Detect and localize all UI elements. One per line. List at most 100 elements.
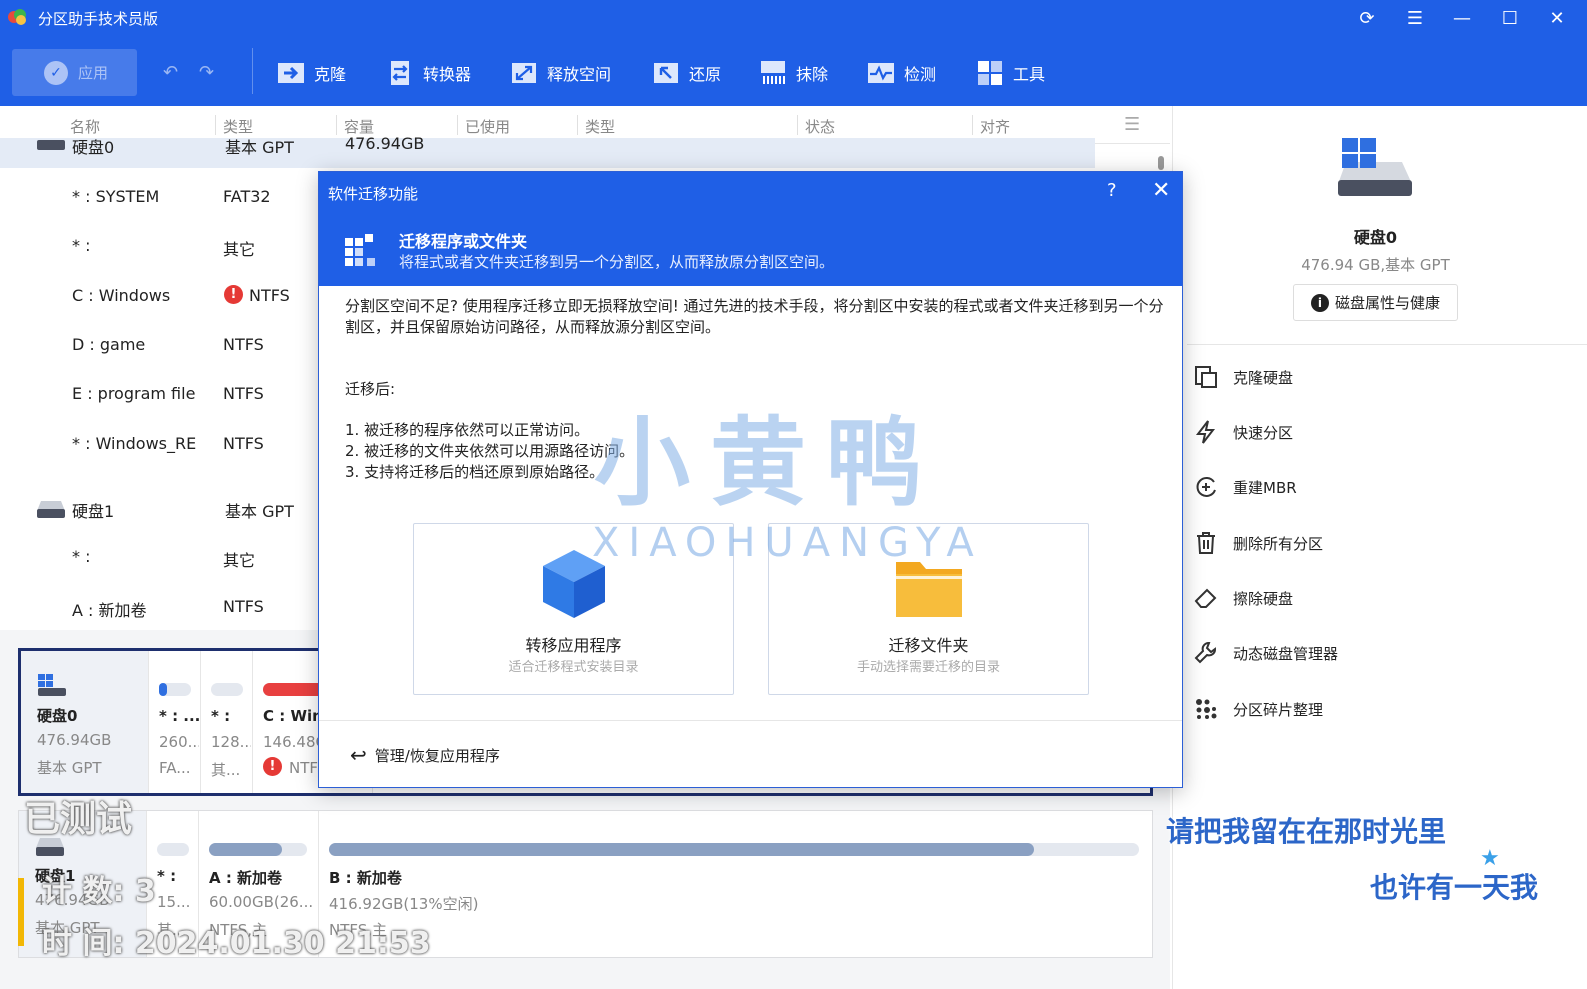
disk-type: 基本 GPT <box>37 759 102 777</box>
partition-segment[interactable]: A : 新加卷 60.00GB(26... NTFS,主 <box>199 811 319 957</box>
folder-icon <box>896 562 962 617</box>
partition-name: * : <box>72 547 91 566</box>
check-icon: ✓ <box>44 60 68 85</box>
segment-fs: 其... <box>211 761 241 779</box>
after-migration-heading: 迁移后: <box>345 380 396 398</box>
column-settings-icon[interactable]: ☰ <box>1124 114 1140 135</box>
disk-icon <box>37 140 65 150</box>
clone-button[interactable]: 克隆 <box>276 56 346 90</box>
option-subtitle: 手动选择需要迁移的目录 <box>856 660 1000 675</box>
disk-size: 476.94GB <box>35 891 110 909</box>
disk-card[interactable]: 硬盘1 476.94GB 基本 GPT * : 15... 其... A : 新加卷… <box>18 810 1153 958</box>
list-item: 2. 被迁移的文件夹依然可以用源路径访问。 <box>345 442 635 460</box>
migrate-app-option[interactable]: 转移应用程序 适合迁移程式安装目录 <box>413 523 734 695</box>
partition-segment[interactable]: * : 128... 其... <box>201 651 253 793</box>
wipe-button[interactable]: 抹除 <box>758 56 828 90</box>
pulse-icon <box>868 63 894 83</box>
undo-icon[interactable]: ↶ <box>163 62 178 83</box>
rebuild-icon <box>1196 477 1216 497</box>
manage-restore-link[interactable]: ↩ 管理/恢复应用程序 <box>350 743 500 767</box>
free-space-label: 释放空间 <box>547 65 612 84</box>
usage-bar <box>329 843 1034 856</box>
option-subtitle: 适合迁移程式安装目录 <box>508 660 639 675</box>
disk-type: 基本 GPT <box>35 919 100 937</box>
rebuild-mbr-action[interactable]: 重建MBR <box>1193 472 1297 502</box>
disk-type: 基本 GPT <box>225 502 294 521</box>
action-label: 重建MBR <box>1233 478 1297 497</box>
menu-icon[interactable]: ☰ <box>1398 4 1432 32</box>
restore-icon <box>654 63 678 83</box>
title-bar: 分区助手技术员版 ⟳ ☰ — ☐ ✕ <box>0 0 1587 36</box>
refresh-icon[interactable]: ⟳ <box>1350 4 1384 32</box>
benefits-list: 1. 被迁移的程序依然可以正常访问。 2. 被迁移的文件夹依然可以用源路径访问。… <box>345 420 634 483</box>
close-button[interactable]: ✕ <box>1152 178 1170 203</box>
partition-type: NTFS <box>249 286 290 305</box>
scrollbar[interactable] <box>1158 156 1164 170</box>
disk-type: 基本 GPT <box>225 138 294 157</box>
apply-button[interactable]: ✓ 应用 <box>12 49 137 96</box>
partition-segment[interactable]: * : 15... 其... <box>147 811 199 957</box>
dynamic-disk-action[interactable]: 动态磁盘管理器 <box>1193 638 1338 668</box>
col-used[interactable]: 已使用 <box>465 116 510 137</box>
col-align[interactable]: 对齐 <box>980 116 1010 137</box>
partition-segment[interactable]: * : ... 260... FA... <box>149 651 201 793</box>
eraser-icon <box>1194 588 1217 608</box>
table-row[interactable]: 硬盘0 基本 GPT 476.94GB <box>0 134 1095 168</box>
disk-name: 硬盘0 <box>1353 228 1398 247</box>
disk-summary[interactable]: 硬盘0 476.94GB 基本 GPT <box>21 651 149 793</box>
warning-icon: ! <box>224 285 243 304</box>
disk-properties-button[interactable]: i 磁盘属性与健康 <box>1293 284 1458 321</box>
col-status[interactable]: 状态 <box>805 116 835 137</box>
cube-icon <box>543 550 605 618</box>
segment-fs: 其... <box>157 921 187 939</box>
converter-button[interactable]: 转换器 <box>385 56 471 90</box>
partition-type: NTFS <box>223 335 264 354</box>
wipe-icon <box>761 61 785 84</box>
free-space-button[interactable]: 释放空间 <box>509 56 611 90</box>
tools-button[interactable]: 工具 <box>975 56 1045 90</box>
segment-size: 60.00GB(26... <box>209 893 314 911</box>
action-label: 分区碎片整理 <box>1233 700 1324 719</box>
segment-size: 260... <box>159 733 199 751</box>
toolbar: ✓ 应用 ↶ ↷ 克隆 转换器 释放空间 还原 抹除 检测 工具 <box>0 36 1587 106</box>
disk-name: 硬盘1 <box>35 867 76 885</box>
star-icon: ★ <box>1480 846 1500 871</box>
dialog-header: 软件迁移功能 ? ✕ 迁移程序或文件夹 将程式或者文件夹迁移到另一个分割区，从而… <box>319 172 1182 286</box>
partition-name: * : SYSTEM <box>72 187 160 206</box>
action-label: 删除所有分区 <box>1233 534 1324 553</box>
defrag-action[interactable]: 分区碎片整理 <box>1193 694 1323 724</box>
list-item: 3. 支持将迁移后的档还原到原始路径。 <box>345 463 605 481</box>
restore-label: 还原 <box>689 65 722 84</box>
partition-type: 其它 <box>223 240 256 259</box>
segment-label: B : 新加卷 <box>329 869 402 887</box>
partition-type: NTFS <box>223 384 264 403</box>
minimize-icon[interactable]: — <box>1445 4 1479 32</box>
delete-all-partitions-action[interactable]: 删除所有分区 <box>1193 528 1323 558</box>
partition-segment[interactable]: B : 新加卷 416.92GB(13%空闲) NTFS,主 <box>319 811 1149 957</box>
close-window-icon[interactable]: ✕ <box>1540 4 1574 32</box>
wipe-disk-action[interactable]: 擦除硬盘 <box>1193 583 1293 613</box>
redo-icon[interactable]: ↷ <box>199 62 214 83</box>
disk-name: 硬盘0 <box>72 138 115 157</box>
warning-icon: ! <box>263 757 282 776</box>
check-button[interactable]: 检测 <box>866 56 936 90</box>
quick-partition-action[interactable]: 快速分区 <box>1193 417 1293 447</box>
maximize-icon[interactable]: ☐ <box>1493 4 1527 32</box>
action-label: 快速分区 <box>1233 423 1294 442</box>
partition-name: E : program file <box>72 384 196 403</box>
segment-fs: NTF <box>289 759 319 777</box>
partition-name: A : 新加卷 <box>72 601 147 620</box>
partition-name: * : Windows_RE <box>72 434 197 453</box>
dialog-title: 软件迁移功能 <box>328 185 419 203</box>
migrate-folder-option[interactable]: 迁移文件夹 手动选择需要迁移的目录 <box>768 523 1089 695</box>
col-fstype[interactable]: 类型 <box>585 116 615 137</box>
segment-label: * : ... <box>159 707 199 725</box>
usage-bar <box>159 683 167 696</box>
partition-type: 其它 <box>223 551 256 570</box>
option-title: 转移应用程序 <box>525 636 622 655</box>
disk-summary[interactable]: 硬盘1 476.94GB 基本 GPT <box>19 811 147 957</box>
help-button[interactable]: ? <box>1107 180 1117 201</box>
restore-button[interactable]: 还原 <box>651 56 721 90</box>
clone-label: 克隆 <box>314 65 347 84</box>
clone-disk-action[interactable]: 克隆硬盘 <box>1193 362 1293 392</box>
